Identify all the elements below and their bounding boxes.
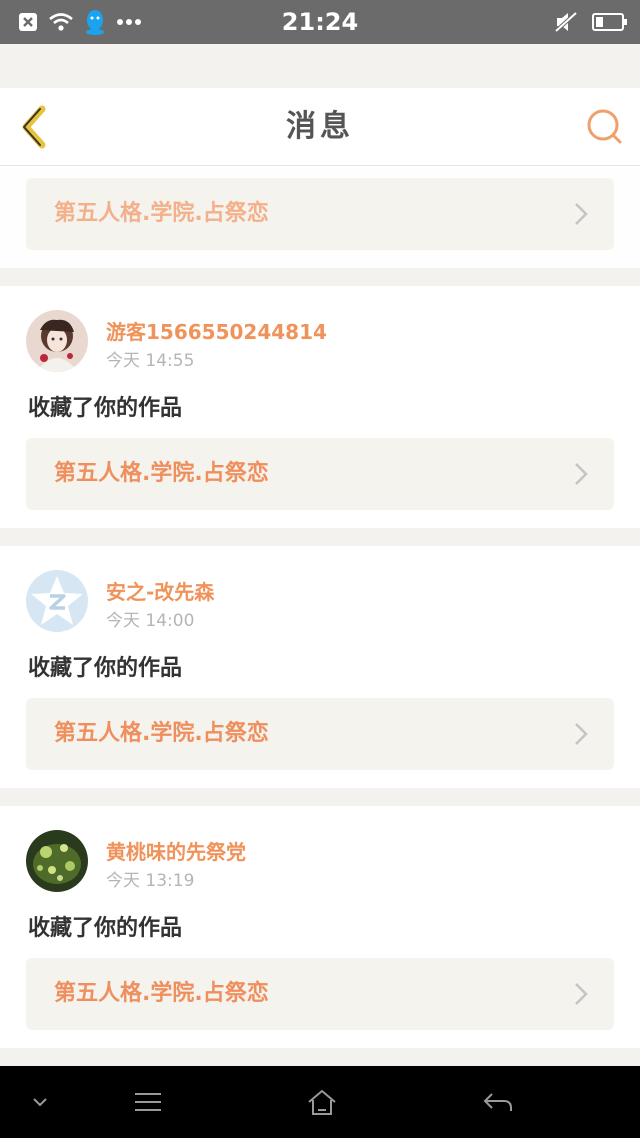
status-right-icons [554, 8, 628, 36]
notification-list: 第五人格.学院.占祭恋 游客1566550244814 今天 14:55 收藏了… [0, 166, 640, 1066]
notification-card: 第五人格.学院.占祭恋 [0, 166, 640, 268]
notification-card: 安之-改先森 今天 14:00 收藏了你的作品 第五人格.学院.占祭恋 [0, 546, 640, 788]
notification-card: 黄桃味的先祭党 今天 13:19 收藏了你的作品 第五人格.学院.占祭恋 [0, 806, 640, 1048]
action-text: 收藏了你的作品 [28, 396, 183, 421]
chevron-down-icon [33, 1098, 47, 1107]
user-name[interactable]: 安之-改先森 [106, 576, 214, 605]
chevron-right-icon [575, 723, 588, 745]
anime-girl-avatar-icon [26, 310, 88, 372]
hide-nav-button[interactable] [20, 1080, 60, 1124]
back-nav-button[interactable] [474, 1080, 522, 1124]
chevron-right-icon [575, 983, 588, 1005]
notification-card: 游客1566550244814 今天 14:55 收藏了你的作品 第五人格.学院… [0, 286, 640, 528]
work-link[interactable]: 第五人格.学院.占祭恋 [26, 698, 614, 770]
status-bar: 21:24 [0, 0, 640, 44]
battery-icon [592, 12, 628, 32]
work-link[interactable]: 第五人格.学院.占祭恋 [26, 438, 614, 510]
screen: 21:24 消息 第五人格.学院.占祭恋 游客1566550244814 今天 … [0, 0, 640, 1138]
page-title: 消息 [286, 109, 354, 144]
menu-icon [135, 1093, 161, 1111]
mute-icon [554, 11, 578, 33]
action-text: 收藏了你的作品 [28, 916, 183, 941]
work-title: 第五人格.学院.占祭恋 [54, 981, 269, 1006]
work-link[interactable]: 第五人格.学院.占祭恋 [26, 178, 614, 250]
search-icon [587, 109, 622, 144]
work-title: 第五人格.学院.占祭恋 [54, 201, 269, 226]
action-text: 收藏了你的作品 [28, 656, 183, 681]
avatar[interactable] [26, 310, 88, 372]
timestamp: 今天 14:55 [106, 351, 195, 371]
system-nav-bar [0, 1066, 640, 1138]
nav-bar: 消息 [0, 88, 640, 166]
timestamp: 今天 13:19 [106, 871, 195, 891]
home-button[interactable] [298, 1080, 346, 1124]
status-gap [0, 44, 640, 88]
back-icon [483, 1093, 512, 1111]
work-title: 第五人格.学院.占祭恋 [54, 721, 269, 746]
avatar[interactable] [26, 830, 88, 892]
home-icon [308, 1089, 336, 1115]
timestamp: 今天 14:00 [106, 611, 195, 631]
status-time: 21:24 [281, 8, 359, 36]
search-button[interactable] [582, 104, 628, 150]
user-name[interactable]: 游客1566550244814 [106, 316, 327, 345]
green-lights-avatar-icon [26, 830, 88, 892]
menu-button[interactable] [126, 1080, 170, 1124]
avatar[interactable] [26, 570, 88, 632]
user-name[interactable]: 黄桃味的先祭党 [106, 836, 246, 865]
work-link[interactable]: 第五人格.学院.占祭恋 [26, 958, 614, 1030]
qzone-star-avatar-icon [26, 570, 88, 632]
chevron-right-icon [575, 463, 588, 485]
chevron-right-icon [575, 203, 588, 225]
work-title: 第五人格.学院.占祭恋 [54, 461, 269, 486]
